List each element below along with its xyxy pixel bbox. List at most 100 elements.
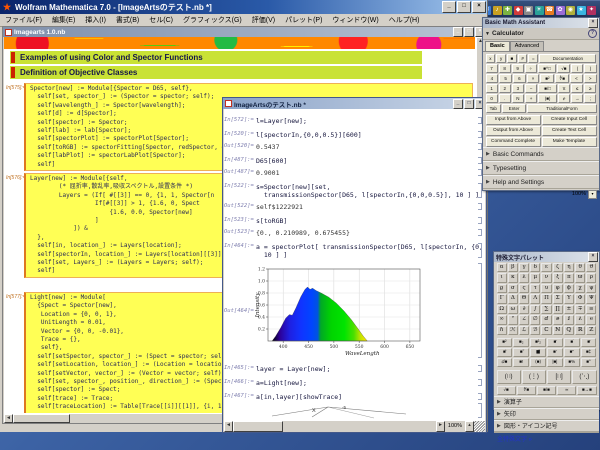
calc-button[interactable]: x [486,54,496,63]
greek-char-button[interactable]: ℝ [575,326,585,336]
greek-char-button[interactable]: ℕ [553,326,563,336]
greek-char-button[interactable]: π [564,273,574,283]
calc-button[interactable]: (■) [538,94,557,103]
magnification-indicator[interactable]: 100% [445,421,465,432]
template-button[interactable]: ■²₂ [530,338,546,347]
calc-button[interactable]: ÷ [525,64,537,73]
template-button[interactable]: ■′ [547,348,563,357]
cell-bracket[interactable] [478,217,482,224]
minimize-button[interactable]: _ [453,99,463,109]
cell-bracket[interactable] [478,365,482,372]
tab-basic[interactable]: Basic [485,41,510,51]
menu-item[interactable]: 評価(V) [247,15,280,25]
greek-char-button[interactable]: η [564,263,574,273]
template-button[interactable]: ■″ [564,348,580,357]
scroll-left-arrow[interactable]: ◄ [4,414,13,423]
greek-char-button[interactable]: δ [530,263,540,273]
calc-button[interactable]: N [512,94,524,103]
tray-icon[interactable]: ★ [577,6,586,15]
palette-section[interactable]: ▶演算子 [494,396,599,408]
menu-item[interactable]: 編集(E) [47,15,80,25]
scroll-right-arrow[interactable]: ► [436,421,445,432]
root-template-button[interactable]: √■ [497,386,516,395]
greek-char-button[interactable]: τ [530,284,540,294]
tray-icon[interactable]: ☎ [545,6,554,15]
palette-title-bar[interactable]: 特殊文字パレット × [494,252,599,262]
greek-char-button[interactable]: ℒ [519,326,529,336]
calc-button[interactable]: ; [584,94,596,103]
section-heading-cell[interactable]: Definition of Objective Classes [10,66,422,79]
calc-button[interactable]: ≤ [571,84,583,93]
calc-button[interactable]: ( [571,64,583,73]
greek-char-button[interactable]: ⅇ [553,315,563,325]
notebook-cell[interactable]: In[572]:=l=Layer[new]; [224,117,485,125]
tray-icon[interactable]: ♪ [493,6,502,15]
template-button[interactable]: ■₂ [513,338,529,347]
action-button[interactable]: Input from Above [486,115,541,125]
matrix-template-button[interactable]: (∷) [497,370,521,384]
section-heading-cell[interactable]: Examples of using Color and Spector Func… [10,51,422,64]
greek-char-button[interactable]: ℮ [586,315,596,325]
greek-char-button[interactable]: Φ [575,294,585,304]
action-button[interactable]: Create Text Cell [542,126,597,136]
menu-item[interactable]: ファイル(F) [0,15,47,25]
calc-button[interactable]: √■ [557,64,570,73]
cell-bracket[interactable] [478,203,482,210]
greek-char-button[interactable]: Υ [564,294,574,304]
calc-button[interactable]: ■^□ [538,64,557,73]
greek-char-button[interactable]: μ [530,273,540,283]
greek-char-button[interactable]: ∫ [530,305,540,315]
cell-bracket[interactable] [478,243,482,258]
calc-button[interactable]: ■/□ [538,84,557,93]
greek-char-button[interactable]: κ [508,273,518,283]
calc-button[interactable]: < [570,74,583,83]
greek-char-button[interactable]: ∂ [519,305,529,315]
calc-button[interactable]: ≥ [584,84,596,93]
greek-char-button[interactable]: ± [564,305,574,315]
menu-item[interactable]: 書式(B) [111,15,144,25]
notebook-cell[interactable]: In[487]:=D65[600] [224,157,485,165]
calc-button[interactable]: 4 [486,74,499,83]
minimize-button[interactable]: _ [442,1,456,13]
calc-button[interactable]: → [571,94,583,103]
child-maximize-button[interactable]: □ [464,27,474,37]
scrollbar-thumb[interactable] [233,421,283,432]
greek-char-button[interactable]: Π [541,294,551,304]
greek-char-button[interactable]: Θ [519,294,529,304]
menu-item[interactable]: ウィンドウ(W) [327,15,383,25]
calc-button[interactable]: ℯ [558,94,570,103]
action-button[interactable]: Make Template [542,137,597,147]
notebook-cell[interactable]: In[467]:=a[in,layer][showTrace] [224,393,485,401]
palette-section[interactable]: ▶矢印 [494,408,599,420]
resize-grip[interactable] [474,421,485,432]
greek-char-button[interactable]: ϑ [586,263,596,273]
calc-button[interactable]: − [525,84,537,93]
greek-char-button[interactable]: ∠ [519,315,529,325]
palette-section[interactable]: ▶Typesetting [483,161,599,175]
scroll-down-arrow[interactable]: ▾ [588,190,597,199]
template-button[interactable]: ■⃗ [530,348,546,357]
calc-button[interactable]: . [499,94,511,103]
greek-char-button[interactable]: Δ [508,294,518,304]
greek-char-button[interactable]: ⅆ [541,315,551,325]
greek-char-button[interactable]: λ [575,315,585,325]
maximize-button[interactable]: □ [464,99,474,109]
greek-char-button[interactable]: ζ [553,263,563,273]
greek-char-button[interactable]: ℂ [541,326,551,336]
calc-button[interactable]: ■² [540,74,554,83]
template-button[interactable]: ■̄ [547,338,563,347]
cell-bracket[interactable] [478,263,482,358]
calc-button[interactable]: 2 [499,84,511,93]
close-icon[interactable]: × [588,252,598,262]
template-button[interactable]: ⟨■⟩ [530,358,546,367]
calc-button[interactable]: # [518,54,528,63]
greek-char-button[interactable]: σ [508,284,518,294]
greek-char-button[interactable]: Ω [497,305,507,315]
action-button[interactable]: Create Input Cell [542,115,597,125]
greek-char-button[interactable]: ω [508,305,518,315]
cell-bracket[interactable] [478,403,482,418]
tray-icon[interactable]: ☀ [535,6,544,15]
menu-item[interactable]: セル(C) [144,15,178,25]
notebook-cell[interactable]: Out[520]=0.5437 [224,143,485,151]
test-title-bar[interactable]: ImageArtsのテスト.nb * _ □ × [223,98,486,109]
